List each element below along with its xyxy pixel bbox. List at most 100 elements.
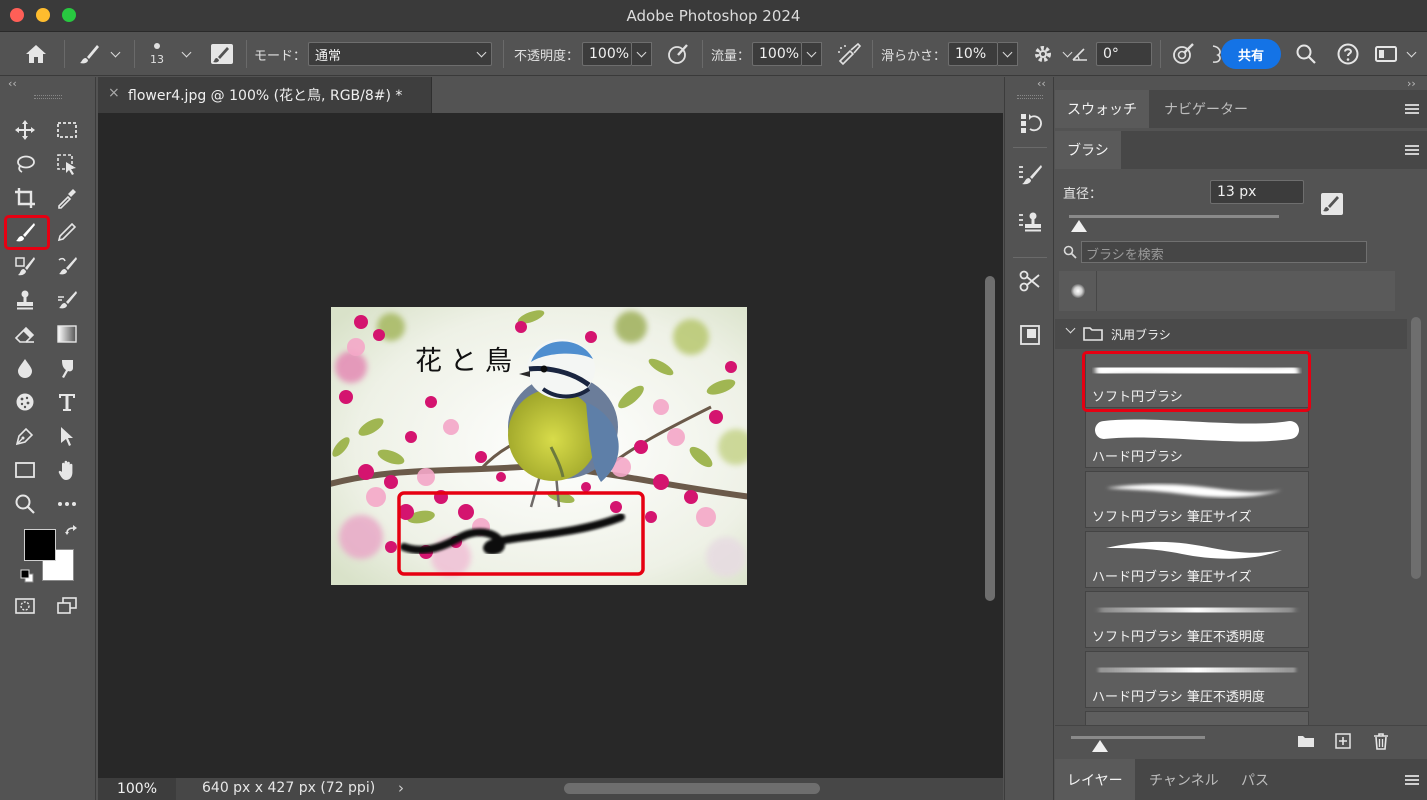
flow-input[interactable]: 100% [752, 42, 802, 66]
history-brush-tool[interactable] [50, 251, 84, 281]
zoom-level[interactable]: 100% [98, 778, 176, 800]
brush-list-scrollbar[interactable] [1411, 317, 1421, 579]
brush-name: ハード円ブラシ [1092, 450, 1183, 465]
opacity-dropdown[interactable] [632, 42, 652, 66]
quick-mask-icon [15, 598, 35, 614]
move-tool[interactable] [8, 115, 42, 145]
swatches-panel-menu-icon[interactable] [1405, 104, 1419, 114]
toolbar-grip[interactable] [34, 95, 62, 99]
new-brush-button[interactable] [1335, 733, 1351, 753]
document-tab[interactable]: × flower4.jpg @ 100% (花と鳥, RGB/8#) * [98, 77, 432, 113]
zoom-tool[interactable] [8, 489, 42, 519]
flow-dropdown[interactable] [802, 42, 822, 66]
delete-brush-button[interactable] [1373, 732, 1389, 754]
brush-settings-button[interactable] [210, 32, 234, 76]
diameter-input[interactable]: 13 px [1210, 180, 1304, 204]
quick-mask-button[interactable] [8, 591, 42, 621]
status-menu-arrow[interactable]: › [398, 779, 404, 797]
default-colors-button[interactable] [20, 569, 34, 587]
dodge-tool[interactable] [50, 353, 84, 383]
pen-tool[interactable] [8, 421, 42, 451]
object-selection-tool[interactable] [50, 149, 84, 179]
mode-select[interactable]: 通常 [308, 32, 492, 76]
new-group-button[interactable] [1297, 734, 1315, 752]
preview-size-slider-thumb[interactable] [1092, 740, 1108, 752]
clone-source-panel-button[interactable] [1011, 205, 1049, 241]
type-tool[interactable] [50, 387, 84, 417]
smoothing-options-button[interactable] [1032, 32, 1073, 76]
brush-panel-menu-icon[interactable] [1405, 145, 1419, 155]
eyedropper-tool[interactable] [50, 183, 84, 213]
collapse-panels-button[interactable]: ›› [1407, 77, 1416, 90]
preview-size-slider-track[interactable] [1071, 736, 1205, 739]
canvas-horizontal-scrollbar[interactable] [564, 783, 820, 794]
pressure-size-button[interactable] [1170, 32, 1196, 76]
tool-preset-picker[interactable] [78, 32, 121, 76]
close-document-button[interactable]: × [108, 85, 120, 101]
gradient-tool[interactable] [50, 319, 84, 349]
brush-item-soft-round-pressure-size[interactable]: ソフト円ブラシ 筆圧サイズ [1085, 471, 1309, 528]
brush-item-hard-round[interactable]: ハード円ブラシ [1085, 411, 1309, 468]
workspace-button[interactable] [1374, 32, 1417, 76]
opacity-input[interactable]: 100% [582, 42, 632, 66]
history-panel-button[interactable] [1011, 105, 1049, 141]
sponge-tool[interactable] [8, 387, 42, 417]
crop-tool[interactable] [8, 183, 42, 213]
screen-mode-button[interactable] [50, 591, 84, 621]
layers-panel-menu-icon[interactable] [1405, 775, 1419, 785]
help-button[interactable] [1336, 32, 1360, 76]
tab-channels[interactable]: チャンネル [1137, 759, 1231, 800]
edit-toolbar-button[interactable] [50, 489, 84, 519]
hand-tool[interactable] [50, 455, 84, 485]
home-button[interactable] [24, 32, 48, 76]
healing-brush-tool[interactable] [8, 251, 42, 281]
blur-tool[interactable] [8, 353, 42, 383]
share-button[interactable]: 共有 [1221, 39, 1281, 69]
diameter-slider-thumb[interactable] [1071, 220, 1087, 232]
tab-layers[interactable]: レイヤー [1055, 759, 1135, 800]
brush-item-hard-round-pressure-size[interactable]: ハード円ブラシ 筆圧サイズ [1085, 531, 1309, 588]
tab-navigator[interactable]: ナビゲーター [1152, 90, 1260, 128]
lasso-tool[interactable] [8, 149, 42, 179]
recent-brush-soft-round[interactable] [1059, 271, 1097, 311]
diameter-slider-track[interactable] [1069, 215, 1279, 218]
chevron-down-icon [636, 47, 647, 57]
marquee-tool[interactable] [50, 115, 84, 145]
brush-item-hard-round-pressure-opacity[interactable]: ハード円ブラシ 筆圧不透明度 [1085, 651, 1309, 708]
swap-colors-button[interactable] [64, 525, 80, 545]
tab-swatches[interactable]: スウォッチ [1055, 90, 1149, 128]
brush-search-input[interactable]: ブラシを検索 [1081, 241, 1367, 263]
path-selection-tool[interactable] [50, 421, 84, 451]
clone-stamp-tool[interactable] [8, 285, 42, 315]
properties-panel-button[interactable] [1011, 317, 1049, 353]
pencil-tool[interactable] [50, 217, 84, 247]
brush-folder-general[interactable]: 汎用ブラシ [1055, 319, 1407, 349]
collapse-toolbar-button[interactable]: ‹‹ [8, 77, 17, 90]
foreground-color-swatch[interactable] [24, 529, 56, 561]
smoothing-dropdown[interactable] [998, 42, 1018, 66]
angle-icon-wrap [1070, 32, 1090, 76]
pressure-size-icon [1173, 43, 1194, 64]
brush-picker-dropdown[interactable] [181, 32, 192, 76]
tool-presets-panel-button[interactable] [1011, 263, 1049, 299]
canvas-vertical-scrollbar[interactable] [985, 276, 995, 601]
collapse-dock-button[interactable]: ‹‹ [1037, 77, 1046, 90]
pressure-opacity-button[interactable] [666, 32, 690, 76]
search-button[interactable] [1295, 32, 1317, 76]
new-brush-from-preset-button[interactable] [1321, 193, 1343, 219]
dock-grip[interactable] [1017, 95, 1043, 99]
gradient-icon [57, 325, 77, 343]
document-image[interactable]: 花と鳥 [331, 307, 747, 585]
mixer-brush-tool[interactable] [50, 285, 84, 315]
soft-round-brush-highlight [1082, 351, 1311, 412]
airbrush-button[interactable] [836, 32, 862, 76]
eraser-tool[interactable] [8, 319, 42, 349]
brush-item-soft-round-pressure-opacity[interactable]: ソフト円ブラシ 筆圧不透明度 [1085, 591, 1309, 648]
smoothing-input[interactable]: 10% [948, 42, 998, 66]
brush-settings-panel-button[interactable] [1011, 157, 1049, 193]
angle-input[interactable]: 0° [1096, 42, 1152, 66]
tab-paths[interactable]: パス [1229, 759, 1281, 800]
rectangle-tool[interactable] [8, 455, 42, 485]
brush-size-picker[interactable]: 13 [150, 32, 164, 76]
tab-brush[interactable]: ブラシ [1055, 131, 1121, 169]
